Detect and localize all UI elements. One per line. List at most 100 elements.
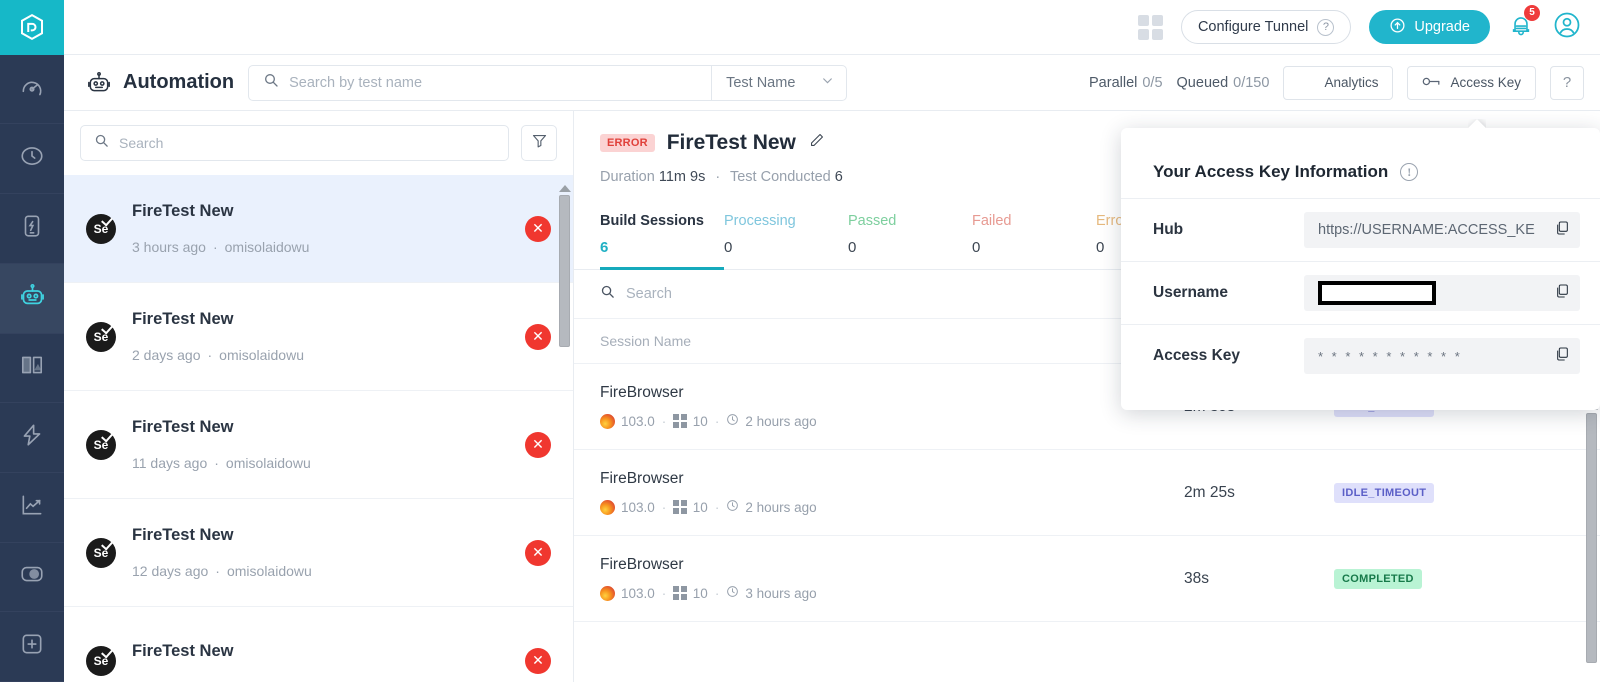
notification-count-badge: 5 bbox=[1524, 4, 1540, 21]
search-icon bbox=[600, 284, 615, 304]
list-item-user: omisolaidowu bbox=[226, 563, 312, 579]
error-x-icon[interactable]: ✕ bbox=[525, 647, 551, 674]
sidebar-item-automation[interactable] bbox=[0, 263, 64, 334]
list-search-box[interactable] bbox=[80, 125, 509, 161]
tab-processing[interactable]: Processing 0 bbox=[724, 201, 848, 269]
notifications-button[interactable]: 5 bbox=[1508, 4, 1540, 43]
sidebar-item-analytics[interactable] bbox=[0, 473, 64, 543]
copy-icon[interactable] bbox=[1554, 283, 1570, 304]
key-icon bbox=[1422, 75, 1441, 91]
arrow-up-circle-icon bbox=[1389, 17, 1406, 38]
test-list-panel: Se FireTest New 3 hours ago·omisolaidowu… bbox=[64, 111, 574, 682]
list-item-body: FireTest New 11 days ago · omisolaidowu bbox=[132, 418, 509, 471]
grid-apps-icon[interactable] bbox=[1137, 14, 1163, 40]
list-scrollbar[interactable] bbox=[558, 183, 571, 682]
help-button[interactable]: ? bbox=[1550, 65, 1584, 100]
selenium-icon: Se bbox=[86, 429, 116, 460]
access-key-row-username: Username bbox=[1121, 261, 1600, 324]
configure-tunnel-label: Configure Tunnel bbox=[1197, 19, 1309, 35]
tab-passed[interactable]: Passed 0 bbox=[848, 201, 972, 269]
list-filter-button[interactable] bbox=[521, 125, 557, 161]
selenium-icon: Se bbox=[86, 537, 116, 568]
access-key-row-hub: Hub https://USERNAME:ACCESS_KE bbox=[1121, 198, 1600, 261]
tab-build-sessions[interactable]: Build Sessions 6 bbox=[600, 201, 724, 270]
tab-label: Passed bbox=[848, 213, 897, 229]
sidebar-item-hyperexecute[interactable] bbox=[0, 403, 64, 473]
session-name: FireBrowser bbox=[600, 470, 684, 487]
info-icon[interactable]: ! bbox=[1400, 163, 1419, 181]
list-item-body: FireTest New 12 days ago · omisolaidowu bbox=[132, 526, 509, 579]
sidebar-item-app-testing[interactable] bbox=[0, 194, 64, 264]
parallel-value: 0/5 bbox=[1142, 74, 1163, 91]
clock-icon bbox=[726, 585, 739, 601]
page-toolbar: Automation Test Name bbox=[64, 55, 1600, 111]
hub-value: https://USERNAME:ACCESS_KE bbox=[1318, 222, 1535, 238]
list-search-input[interactable] bbox=[119, 135, 495, 151]
list-item[interactable]: Se FireTest New 3 hours ago · omisolaidowu… bbox=[64, 175, 573, 283]
list-item[interactable]: Se FireTest New 12 days ago · omisolaidowu… bbox=[64, 499, 573, 607]
list-item-title: FireTest New bbox=[132, 642, 234, 660]
sidebar-item-visual-testing[interactable] bbox=[0, 334, 64, 404]
page-title: Automation bbox=[86, 70, 234, 96]
list-item-user: omisolaidowu bbox=[224, 239, 310, 255]
tab-failed[interactable]: Failed 0 bbox=[972, 201, 1096, 269]
access-key-popup-title: Your Access Key Information ! bbox=[1121, 128, 1600, 198]
error-x-icon[interactable]: ✕ bbox=[525, 539, 551, 566]
hub-field[interactable]: https://USERNAME:ACCESS_KE bbox=[1304, 212, 1580, 248]
duration-value: 11m 9s bbox=[658, 169, 706, 185]
session-duration: 2m 25s bbox=[1184, 483, 1235, 501]
analytics-button[interactable]: Analytics bbox=[1283, 65, 1394, 100]
scroll-up-arrow-icon[interactable] bbox=[558, 185, 571, 192]
access-key-field[interactable]: * * * * * * * * * * * bbox=[1304, 338, 1580, 374]
tab-value: 0 bbox=[972, 239, 981, 256]
detail-scrollbar[interactable] bbox=[1585, 401, 1598, 682]
scrollbar-thumb[interactable] bbox=[1586, 413, 1597, 663]
error-x-icon[interactable]: ✕ bbox=[525, 215, 551, 242]
table-row[interactable]: FireBrowser 103.0 · 10 · 3 hours ago 38s… bbox=[574, 536, 1600, 622]
session-search-input[interactable] bbox=[626, 286, 926, 302]
error-x-icon[interactable]: ✕ bbox=[525, 323, 551, 350]
table-row[interactable]: FireBrowser 103.0 · 10 · 2 hours ago bbox=[574, 450, 1600, 536]
access-key-button[interactable]: Access Key bbox=[1407, 65, 1536, 100]
list-item-meta: 11 days ago · omisolaidowu bbox=[132, 455, 311, 471]
pencil-icon[interactable] bbox=[808, 132, 825, 154]
list-item-title: FireTest New bbox=[132, 310, 234, 328]
upgrade-button[interactable]: Upgrade bbox=[1369, 10, 1490, 44]
list-item-meta: 2 days ago · omisolaidowu bbox=[132, 347, 304, 363]
username-field[interactable] bbox=[1304, 275, 1580, 311]
list-item[interactable]: Se FireTest New 11 days ago · omisolaidowu… bbox=[64, 391, 573, 499]
session-cell-name: FireBrowser 103.0 · 10 · 2 hours ago bbox=[600, 384, 1184, 429]
tunnel-help-icon[interactable]: ? bbox=[1317, 18, 1335, 36]
test-list: Se FireTest New 3 hours ago · omisolaidowu… bbox=[64, 175, 573, 682]
firefox-icon bbox=[600, 499, 615, 515]
speedometer-icon bbox=[19, 74, 45, 105]
lightning-bolt-icon bbox=[19, 422, 45, 453]
sidebar-item-add-new[interactable] bbox=[0, 612, 64, 682]
copy-icon[interactable] bbox=[1554, 220, 1570, 241]
error-x-icon[interactable]: ✕ bbox=[525, 431, 551, 458]
toolbar-right-group: Parallel 0/5 Queued 0/150 Analytics Acce… bbox=[1089, 65, 1584, 100]
tab-value: 0 bbox=[848, 239, 857, 256]
search-filter-select[interactable]: Test Name bbox=[711, 65, 846, 100]
session-time: 3 hours ago bbox=[745, 585, 817, 601]
session-duration: 38s bbox=[1184, 569, 1209, 587]
scrollbar-thumb[interactable] bbox=[559, 195, 570, 347]
test-search-box[interactable] bbox=[249, 72, 711, 93]
list-item[interactable]: Se FireTest New ✕ bbox=[64, 607, 573, 682]
copy-icon[interactable] bbox=[1554, 346, 1570, 367]
search-input[interactable] bbox=[289, 74, 698, 91]
mobile-lightning-icon bbox=[19, 213, 45, 244]
firefox-icon bbox=[600, 585, 615, 601]
access-key-label: Access Key bbox=[1153, 347, 1241, 364]
sidebar-item-realtime[interactable] bbox=[0, 124, 64, 195]
user-avatar-icon[interactable] bbox=[1552, 10, 1582, 45]
list-item[interactable]: Se FireTest New 2 days ago · omisolaidowu … bbox=[64, 283, 573, 391]
sidebar-item-smart-ui[interactable] bbox=[0, 543, 64, 613]
session-cell-name: FireBrowser 103.0 · 10 · 2 hours ago bbox=[600, 470, 1184, 515]
hub-label: Hub bbox=[1153, 221, 1184, 238]
lambdatest-logo[interactable] bbox=[0, 0, 64, 55]
sidebar-item-dashboard[interactable] bbox=[0, 55, 64, 125]
session-name: FireBrowser bbox=[600, 384, 684, 401]
configure-tunnel-button[interactable]: Configure Tunnel ? bbox=[1180, 10, 1352, 44]
session-meta: 103.0 · 10 · 3 hours ago bbox=[600, 585, 1184, 601]
